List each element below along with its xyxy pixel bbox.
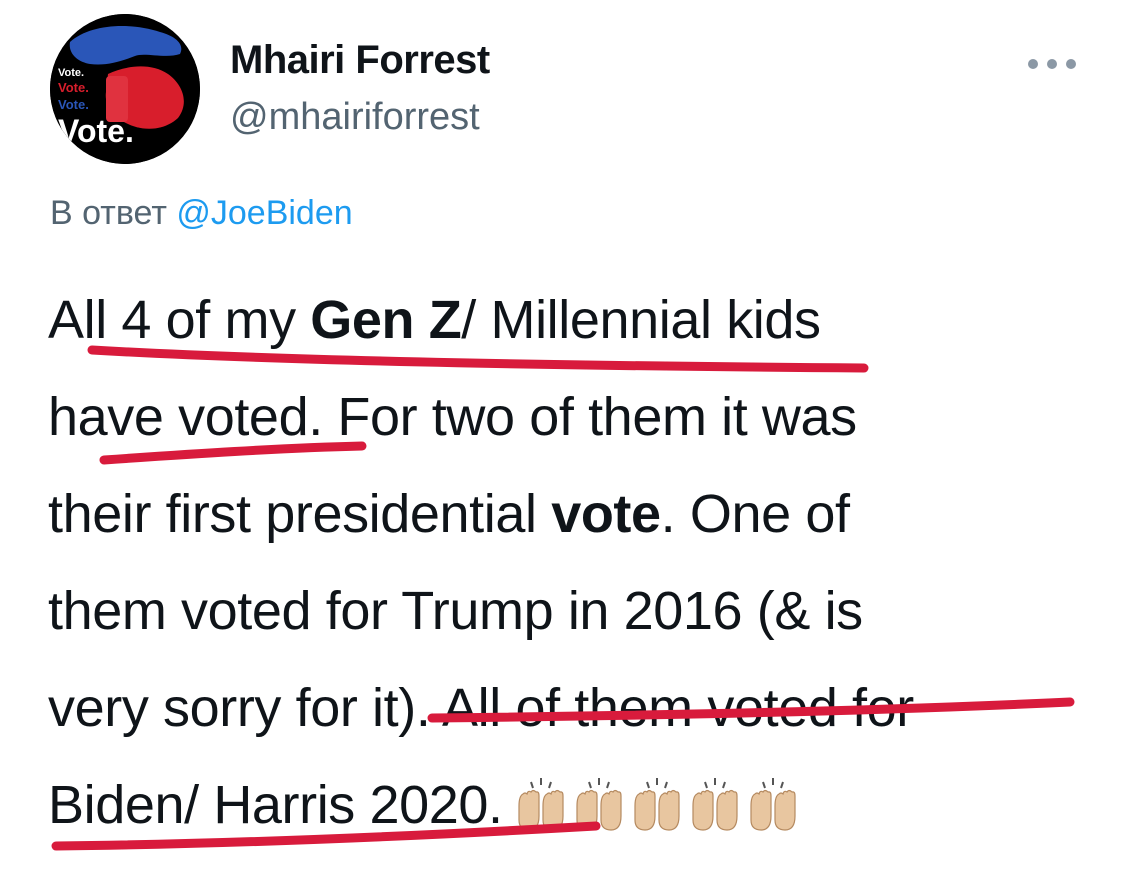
tweet-line: Biden/ Harris 2020.	[48, 757, 1118, 854]
raising-hands-icon	[634, 777, 680, 831]
tweet-text-segment: have voted. For two of them it was	[48, 387, 857, 447]
tweet-text-segment: All 4 of my	[48, 290, 311, 350]
avatar-text-3: Vote.	[58, 97, 89, 112]
raising-hands-emoji-group	[513, 774, 813, 844]
avatar-text-2: Vote.	[58, 80, 89, 95]
tweet-text-segment: them voted for Trump in 2016 (& is	[48, 581, 863, 641]
tweet-bold-segment: Gen Z	[310, 290, 462, 350]
more-options-button[interactable]	[1028, 44, 1076, 84]
tweet-text: All 4 of my Gen Z/ Millennial kids have …	[48, 272, 1118, 854]
reply-context: В ответ @JoeBiden	[50, 194, 353, 233]
tweet-line: their first presidential vote. One of	[48, 466, 1118, 563]
user-handle[interactable]: @mhairiforrest	[230, 96, 480, 139]
tweet-text-segment: / Millennial kids	[461, 290, 821, 350]
tweet-text-segment: their first presidential	[48, 484, 552, 544]
more-dot-icon	[1066, 59, 1076, 69]
avatar-text-4: Vote.	[58, 113, 134, 149]
raising-hands-icon	[692, 777, 738, 831]
tweet-bold-segment: vote	[551, 484, 661, 544]
tweet-line: All 4 of my Gen Z/ Millennial kids	[48, 272, 1118, 369]
more-dot-icon	[1047, 59, 1057, 69]
raising-hands-icon	[750, 777, 796, 831]
more-dot-icon	[1028, 59, 1038, 69]
avatar-text-1: Vote.	[58, 67, 84, 79]
avatar[interactable]: Vote. Vote. Vote. Vote.	[50, 14, 200, 164]
tweet-text-segment: Biden/ Harris 2020.	[48, 775, 503, 835]
tweet-line: very sorry for it). All of them voted fo…	[48, 660, 1118, 757]
tweet-line: have voted. For two of them it was	[48, 369, 1118, 466]
avatar-image: Vote. Vote. Vote. Vote.	[50, 14, 200, 164]
display-name[interactable]: Mhairi Forrest	[230, 38, 490, 83]
raising-hands-icon	[576, 777, 622, 831]
tweet-text-segment: . One of	[660, 484, 850, 544]
reply-mention-link[interactable]: @JoeBiden	[176, 194, 352, 232]
reply-prefix: В ответ	[50, 194, 167, 232]
tweet-text-segment: very sorry for it). All of them voted fo…	[48, 678, 914, 738]
tweet-line: them voted for Trump in 2016 (& is	[48, 563, 1118, 660]
raising-hands-icon	[518, 777, 564, 831]
